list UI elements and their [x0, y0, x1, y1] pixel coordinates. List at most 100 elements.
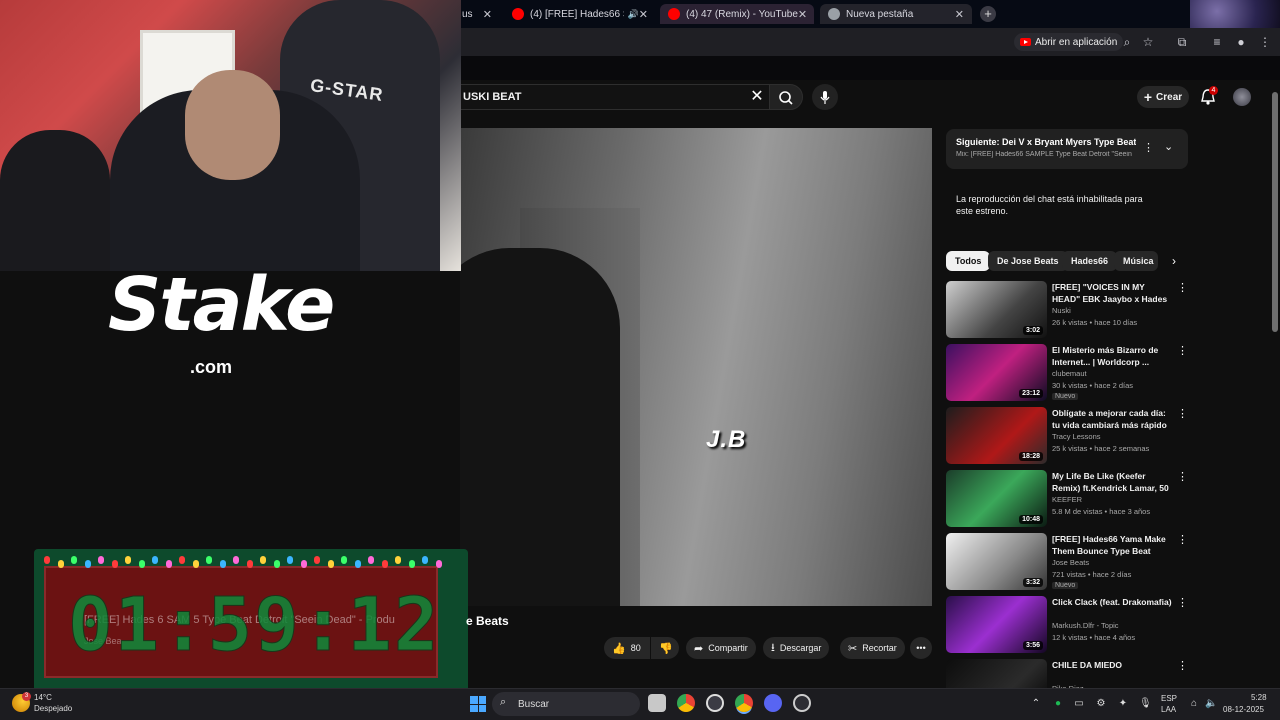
- chip-hades66[interactable]: Hades66: [1062, 251, 1118, 271]
- file-explorer-icon[interactable]: [648, 694, 666, 712]
- language-indicator[interactable]: ESP: [1161, 694, 1177, 703]
- menu-kebab-icon[interactable]: ⋮: [1177, 533, 1188, 547]
- chip-all[interactable]: Todos: [946, 251, 991, 271]
- recommendation-item[interactable]: 18:28 Oblígate a mejorar cada día: tu vid…: [946, 407, 1191, 465]
- network-icon[interactable]: ⌂: [1188, 698, 1200, 710]
- volume-icon[interactable]: 🔈: [1205, 698, 1217, 710]
- speaker-icon[interactable]: 🔊: [628, 9, 639, 20]
- voice-search-button[interactable]: [812, 84, 838, 110]
- light-bulb: [206, 556, 212, 564]
- chrome-active-icon[interactable]: [735, 694, 753, 712]
- obs-icon[interactable]: [706, 694, 724, 712]
- menu-kebab-icon[interactable]: ⋮: [1177, 659, 1188, 673]
- clock-time[interactable]: 5:28: [1251, 693, 1267, 702]
- clear-search-icon[interactable]: ✕: [748, 88, 766, 106]
- light-bulb: [57, 560, 64, 568]
- recommendation-item[interactable]: 23:12 El Misterio más Bizarro de Internet…: [946, 344, 1191, 402]
- chevron-down-icon[interactable]: ⌄: [1164, 140, 1173, 153]
- tab-hades66[interactable]: (4) [FREE] Hades66 SAMPL 🔊 ✕: [504, 4, 656, 24]
- close-icon[interactable]: ✕: [483, 8, 492, 21]
- light-bulb: [111, 560, 118, 568]
- recommendation-item[interactable]: 3:32 [FREE] Hades66 Yama Make Them Bounce…: [946, 533, 1191, 591]
- windows-start-icon[interactable]: [470, 696, 486, 712]
- like-button[interactable]: 👍 80: [604, 637, 650, 659]
- light-bulb: [152, 556, 158, 564]
- video-player[interactable]: [460, 128, 932, 606]
- media-player-icon[interactable]: [793, 694, 811, 712]
- close-icon[interactable]: ✕: [955, 8, 964, 21]
- video-duration: 3:32: [1022, 578, 1043, 587]
- clip-button[interactable]: ✂ Recortar: [840, 637, 905, 659]
- extensions-icon[interactable]: ⧉: [1175, 35, 1189, 49]
- chip-de-jose-beats[interactable]: De Jose Beats: [988, 251, 1068, 271]
- tray-app-icon[interactable]: ●: [1052, 698, 1064, 710]
- tray-app-icon[interactable]: ✦: [1117, 698, 1129, 710]
- zoom-icon[interactable]: ⌕: [1120, 35, 1134, 49]
- scrollbar-thumb[interactable]: [1272, 92, 1278, 332]
- light-bulb: [165, 560, 172, 568]
- open-in-app-button[interactable]: Abrir en aplicación: [1014, 33, 1124, 51]
- video-title[interactable]: Click Clack (feat. Drakomafia): [1052, 596, 1174, 608]
- menu-kebab-icon[interactable]: ⋮: [1177, 407, 1188, 421]
- menu-kebab-icon[interactable]: ⋮: [1177, 344, 1188, 358]
- discord-icon[interactable]: [764, 694, 782, 712]
- taskbar-search[interactable]: ⌕ Buscar: [492, 692, 640, 716]
- clock-date[interactable]: 08-12-2025: [1223, 705, 1264, 714]
- microphone-icon[interactable]: 🎙: [1139, 698, 1152, 710]
- video-thumbnail[interactable]: 3:32: [946, 533, 1047, 590]
- tray-expand-icon[interactable]: ⌃: [1030, 698, 1042, 710]
- search-input[interactable]: USKI BEAT: [440, 84, 770, 110]
- dislike-button[interactable]: 👎: [651, 637, 679, 659]
- close-icon[interactable]: ✕: [639, 8, 648, 21]
- recommendation-item[interactable]: 3:56 Click Clack (feat. Drakomafia) Markus…: [946, 596, 1191, 654]
- chevron-right-icon[interactable]: ›: [1165, 251, 1183, 271]
- more-actions-button[interactable]: •••: [910, 637, 932, 659]
- video-thumbnail[interactable]: 10:48: [946, 470, 1047, 527]
- tray-app-icon[interactable]: ⚙: [1095, 698, 1107, 710]
- profile-icon[interactable]: ●: [1234, 35, 1248, 49]
- light-bulb: [138, 560, 145, 568]
- recommendation-item[interactable]: 10:48 My Life Be Like (Keefer Remix) ft.K…: [946, 470, 1191, 528]
- menu-kebab-icon[interactable]: ⋮: [1177, 470, 1188, 484]
- light-bulb: [246, 560, 253, 568]
- light-bulb: [381, 560, 388, 568]
- new-tab-button[interactable]: +: [980, 6, 996, 22]
- tab-47-remix[interactable]: (4) 47 (Remix) - YouTube ✕: [660, 4, 814, 24]
- search-button[interactable]: [769, 84, 803, 110]
- light-bulb: [327, 560, 334, 568]
- menu-kebab-icon[interactable]: ⋮: [1258, 35, 1272, 49]
- new-badge: Nuevo: [1052, 393, 1079, 400]
- video-thumbnail[interactable]: 3:02: [946, 281, 1047, 338]
- video-meta: 26 k vistas • hace 10 días: [1052, 318, 1138, 327]
- media-control-icon[interactable]: ≡: [1210, 35, 1224, 49]
- light-bulb: [71, 556, 77, 564]
- video-title[interactable]: El Misterio más Bizarro de Internet... |…: [1052, 344, 1174, 368]
- video-title[interactable]: [FREE] Hades66 Yama Make Them Bounce Typ…: [1052, 533, 1174, 557]
- chip-music[interactable]: Música: [1114, 251, 1158, 271]
- weather-description: Despejado: [34, 704, 73, 713]
- video-thumbnail[interactable]: 23:12: [946, 344, 1047, 401]
- menu-kebab-icon[interactable]: ⋮: [1143, 141, 1154, 154]
- video-title[interactable]: [FREE] "VOICES IN MY HEAD" EBK Jaaybo x …: [1052, 281, 1174, 305]
- bookmark-star-icon[interactable]: ☆: [1141, 35, 1155, 49]
- video-title[interactable]: My Life Be Like (Keefer Remix) ft.Kendri…: [1052, 470, 1174, 494]
- video-title[interactable]: CHILE DA MIEDO: [1052, 659, 1174, 671]
- tray-app-icon[interactable]: ▭: [1073, 698, 1085, 710]
- menu-kebab-icon[interactable]: ⋮: [1177, 596, 1188, 610]
- recommendation-item[interactable]: 3:02 [FREE] "VOICES IN MY HEAD" EBK Jaayb…: [946, 281, 1191, 339]
- close-icon[interactable]: ✕: [798, 8, 807, 21]
- create-button[interactable]: + Crear: [1137, 86, 1189, 108]
- light-bulb: [260, 556, 266, 564]
- chrome-icon[interactable]: [677, 694, 695, 712]
- video-thumbnail[interactable]: 3:56: [946, 596, 1047, 653]
- account-avatar[interactable]: [1233, 88, 1251, 106]
- tab-partial-label: us: [462, 8, 473, 20]
- light-bulb: [44, 556, 50, 564]
- menu-kebab-icon[interactable]: ⋮: [1177, 281, 1188, 295]
- download-button[interactable]: ⭳ Descargar: [763, 637, 830, 659]
- video-title[interactable]: Oblígate a mejorar cada día: tu vida cam…: [1052, 407, 1174, 431]
- video-thumbnail[interactable]: 18:28: [946, 407, 1047, 464]
- tab-new-tab[interactable]: Nueva pestaña ✕: [820, 4, 972, 24]
- share-button[interactable]: ➦ Compartir: [686, 637, 756, 659]
- video-duration: 10:48: [1019, 515, 1043, 524]
